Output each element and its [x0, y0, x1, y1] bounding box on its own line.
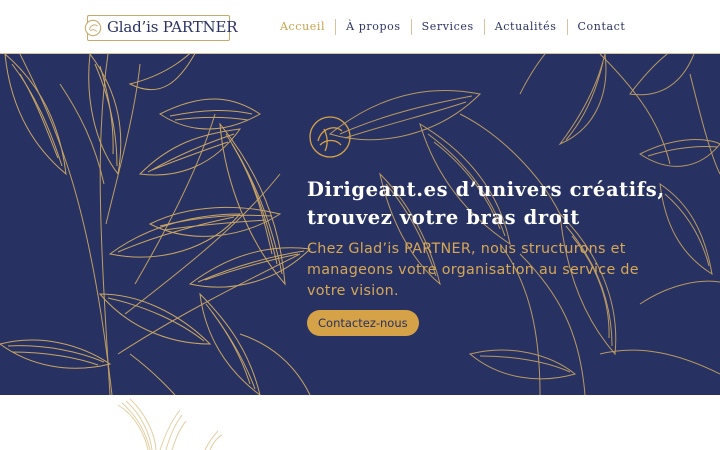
site-header: Glad’is PARTNER Accueil À propos Service… — [0, 0, 720, 54]
hero-description-line: votre vision. — [307, 283, 399, 299]
monogram-circle-icon — [309, 116, 351, 158]
nav-item-contact[interactable]: Contact — [568, 18, 636, 36]
hero-description: Chez Glad’is PARTNER, nous structurons e… — [307, 239, 677, 302]
brand-logo[interactable]: Glad’is PARTNER — [84, 15, 238, 41]
nav-item-services[interactable]: Services — [412, 18, 484, 36]
main-nav: Accueil À propos Services Actualités Con… — [270, 18, 635, 36]
hero-description-line: Chez Glad’is PARTNER, nous structurons e… — [307, 241, 626, 257]
nav-item-a-propos[interactable]: À propos — [336, 18, 410, 36]
brand-name: Glad’is PARTNER — [107, 18, 238, 36]
hero-title-line: trouvez votre bras droit — [307, 206, 580, 229]
monogram-circle-icon — [84, 19, 102, 37]
hero-section: Dirigeant.es d’univers créatifs, trouvez… — [0, 54, 720, 395]
hero-title-line: Dirigeant.es d’univers créatifs, — [307, 178, 665, 201]
nav-item-actualites[interactable]: Actualités — [485, 18, 567, 36]
nav-item-accueil[interactable]: Accueil — [270, 18, 335, 36]
gold-leaves-decoration — [117, 398, 223, 450]
hero-description-line: manageons votre organisation au service … — [307, 262, 639, 278]
contact-cta-button[interactable]: Contactez-nous — [307, 310, 419, 336]
hero-title: Dirigeant.es d’univers créatifs, trouvez… — [307, 176, 707, 232]
next-section — [0, 395, 720, 450]
